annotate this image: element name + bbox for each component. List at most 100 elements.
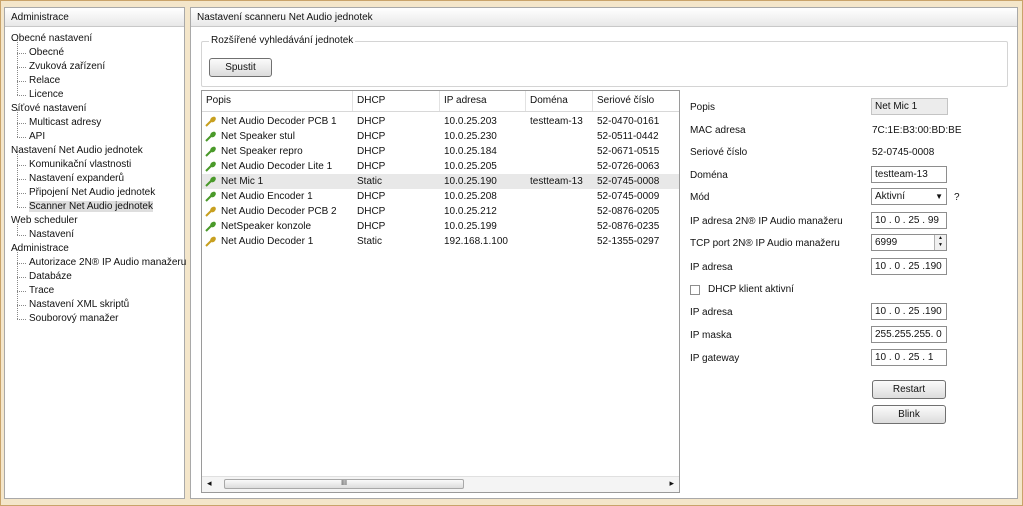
chevron-down-icon: ▼ [935,192,943,201]
tree-node[interactable]: Obecné nastavení [5,32,184,46]
tree-node[interactable]: Trace [5,277,184,298]
tree-node[interactable]: Multicast adresy [5,109,184,130]
tree-node-label: Obecné [29,47,65,58]
microphone-icon [205,221,216,232]
device-row[interactable]: Net Mic 1 Static 10.0.25.190 testteam-13 52-… [202,174,679,189]
device-row[interactable]: Net Audio Decoder 1 Static 192.168.1.100 52… [202,234,679,249]
dhcp-client-checkbox[interactable] [690,285,700,295]
mode-select[interactable]: Aktivní ▼ [871,188,947,205]
device-cell-ip: 10.0.25.184 [444,146,497,157]
domain-label: Doména [690,170,728,181]
navigation-panel: Administrace Obecné nastavení Obecné Zvuko… [4,7,186,499]
device-cell-dhcp: DHCP [357,161,386,172]
microphone-icon [205,146,216,157]
tree-node-label: Nastavení expanderů [29,173,125,184]
device-cell-popis: Net Speaker repro [221,146,303,157]
tree-node-label: Nastavení [29,229,75,240]
mode-label: Mód [690,192,710,203]
tree-node[interactable]: Obecné [5,39,184,60]
tree-node[interactable]: Relace [5,67,184,88]
scroll-left-arrow-icon[interactable]: ◂ [207,478,212,489]
mask-field[interactable]: 255.255.255. 0 [871,326,947,343]
tree-node-label: Souborový manažer [29,313,119,324]
device-cell-serial: 52-0511-0442 [597,131,659,142]
tree-node[interactable]: Připojení Net Audio jednotek [5,179,184,200]
device-list-header: Popis DHCP IP adresa Doména Seriové čísl… [202,91,679,112]
tree-node[interactable]: Databáze [5,263,184,284]
mac-label: MAC adresa [690,125,746,136]
ip2-field[interactable]: 10 . 0 . 25 .190 [871,303,947,320]
tree-node[interactable]: Administrace [5,242,184,256]
device-cell-serial: 52-0671-0515 [597,146,660,157]
tree-node-label: Zvuková zařízení [29,61,106,72]
device-row[interactable]: Net Speaker stul DHCP 10.0.25.230 52-0511-0… [202,129,679,144]
tree-node[interactable]: API [5,123,184,144]
tree-node[interactable]: Licence [5,81,184,102]
horizontal-scrollbar[interactable]: ◂ III ▸ [202,476,679,492]
tree-node[interactable]: Scanner Net Audio jednotek [5,193,184,214]
device-row[interactable]: Net Audio Encoder 1 DHCP 10.0.25.208 52-074… [202,189,679,204]
ip-field[interactable]: 10 . 0 . 25 .190 [871,258,947,275]
device-row[interactable]: Net Audio Decoder PCB 1 DHCP 10.0.25.203 te… [202,114,679,129]
manager-port-stepper[interactable]: 6999 ▲ ▼ [871,234,947,251]
device-list[interactable]: Popis DHCP IP adresa Doména Seriové čísl… [201,90,680,493]
extended-search-group: Rozšířené vyhledávání jednotek Spustit [201,35,1008,87]
tree-node-label: Relace [29,75,61,86]
device-row[interactable]: Net Audio Decoder PCB 2 DHCP 10.0.25.212 52… [202,204,679,219]
mode-select-value: Aktivní [875,191,906,202]
domain-field[interactable]: testteam-13 [871,166,947,183]
device-cell-dhcp: DHCP [357,206,386,217]
popis-label: Popis [690,102,716,113]
device-cell-dhcp: Static [357,236,383,247]
scroll-thumb-grip: III [341,480,347,487]
column-header-serial[interactable]: Seriové číslo [593,91,679,111]
popis-field: Net Mic 1 [871,98,948,115]
tree-node[interactable]: Nastavení expanderů [5,165,184,186]
tree-node-label: Nastavení XML skriptů [29,299,130,310]
scroll-thumb[interactable]: III [224,479,464,489]
tree-node[interactable]: Nastavení XML skriptů [5,291,184,312]
column-header-dhcp[interactable]: DHCP [353,91,440,111]
device-cell-domena: testteam-13 [530,176,583,187]
start-scan-button[interactable]: Spustit [209,58,272,77]
tree-node[interactable]: Web scheduler [5,214,184,228]
device-cell-serial: 52-1355-0297 [597,236,660,247]
dhcp-client-label: DHCP klient aktivní [708,284,794,295]
scroll-right-arrow-icon[interactable]: ▸ [669,478,674,489]
device-cell-ip: 10.0.25.208 [444,191,497,202]
gateway-field[interactable]: 10 . 0 . 25 . 1 [871,349,947,366]
device-cell-ip: 10.0.25.203 [444,116,497,127]
tree-node[interactable]: Autorizace 2N® IP Audio manažeru [5,249,186,270]
device-cell-dhcp: DHCP [357,131,386,142]
blink-button[interactable]: Blink [872,405,946,424]
serial-label: Seriové číslo [690,147,748,158]
tree-node[interactable]: Nastavení [5,221,184,242]
mac-value: 7C:1E:B3:00:BD:BE [872,125,962,136]
device-row[interactable]: Net Audio Decoder Lite 1 DHCP 10.0.25.205 5… [202,159,679,174]
device-cell-ip: 10.0.25.230 [444,131,497,142]
device-cell-serial: 52-0745-0009 [597,191,660,202]
device-cell-serial: 52-0745-0008 [597,176,660,187]
manager-ip-field[interactable]: 10 . 0 . 25 . 99 [871,212,947,229]
tree-node[interactable]: Zvuková zařízení [5,53,184,74]
column-header-popis[interactable]: Popis [202,91,353,111]
tree-node-label: Připojení Net Audio jednotek [29,187,156,198]
device-cell-serial: 52-0726-0063 [597,161,660,172]
column-header-ip[interactable]: IP adresa [440,91,526,111]
device-cell-ip: 10.0.25.205 [444,161,497,172]
tree-node[interactable]: Komunikační vlastnosti [5,151,184,172]
restart-button[interactable]: Restart [872,380,946,399]
column-header-domain[interactable]: Doména [526,91,593,111]
device-cell-dhcp: DHCP [357,221,386,232]
tree-node[interactable]: Síťové nastavení [5,102,184,116]
tree-node-label: Komunikační vlastnosti [29,159,132,170]
device-properties: Popis Net Mic 1 MAC adresa 7C:1E:B3:00:B… [682,90,1008,493]
tree-node[interactable]: Souborový manažer [5,305,184,326]
stepper-arrows-icon[interactable]: ▲ ▼ [934,235,946,250]
device-row[interactable]: NetSpeaker konzole DHCP 10.0.25.199 52-0876… [202,219,679,234]
device-row[interactable]: Net Speaker repro DHCP 10.0.25.184 52-0671-… [202,144,679,159]
mode-help-icon[interactable]: ? [954,192,960,203]
tree-node[interactable]: Nastavení Net Audio jednotek [5,144,184,158]
device-cell-dhcp: DHCP [357,146,386,157]
device-cell-domena: testteam-13 [530,116,583,127]
